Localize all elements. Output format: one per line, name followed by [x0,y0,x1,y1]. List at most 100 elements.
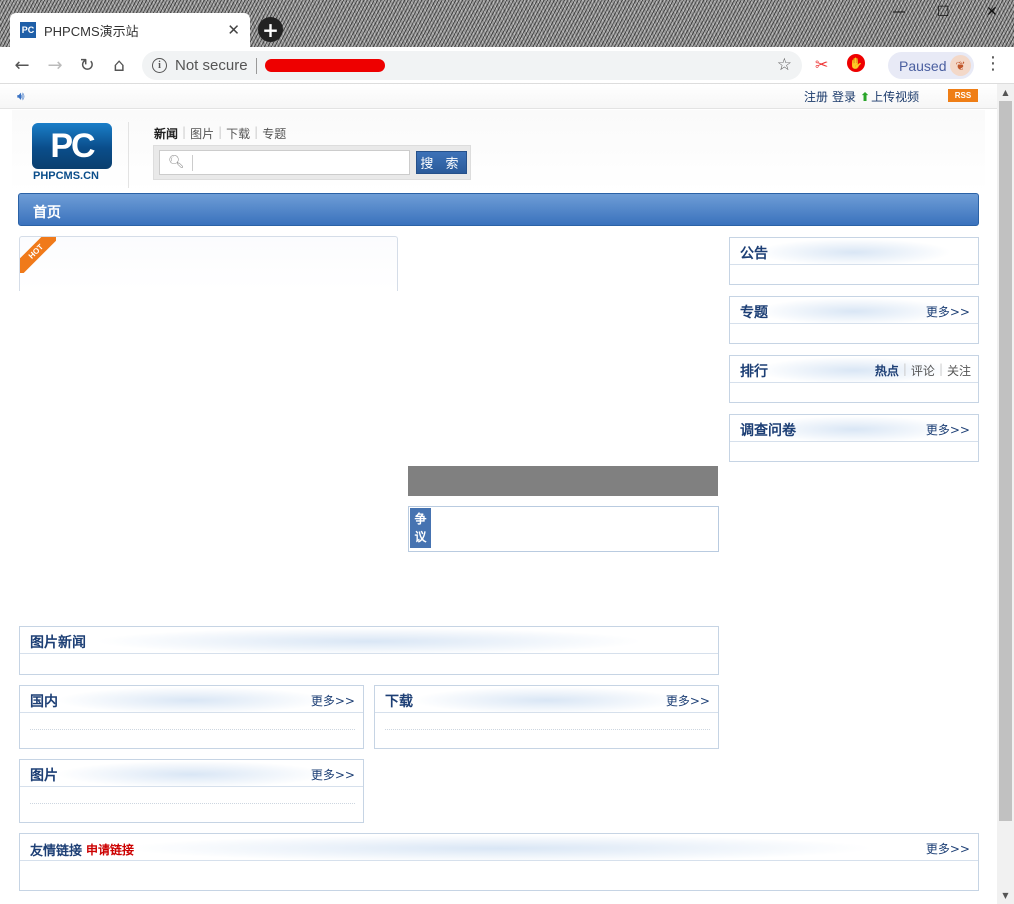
avatar: ❦ [950,55,971,76]
extension-icon[interactable]: ✂ [815,55,828,74]
domestic-more-link[interactable]: 更多>> [311,692,355,709]
adblock-extension-icon[interactable]: ✋ [847,54,865,72]
domestic-panel: 国内 更多>> [19,685,364,749]
tab-favicon: PC [20,22,36,38]
friend-links-title: 友情链接 [30,844,83,859]
info-icon[interactable]: i [152,58,167,73]
dispute-tag: 争议 [410,508,431,548]
tab-title: PHPCMS演示站 [44,23,139,39]
omnibox-divider [255,57,257,74]
header-divider [128,122,129,188]
ranking-tab-follow[interactable]: 关注 [947,362,971,379]
hot-badge: HOT [20,237,56,273]
tab-close-icon[interactable]: ✕ [227,21,240,39]
ranking-tabs: 热点 | 评论 | 关注 [875,362,971,379]
dotted-divider [30,803,355,804]
apply-link[interactable]: 申请链接 [86,841,134,858]
domestic-title: 国内 [30,694,58,710]
site-logo[interactable]: PC [32,123,112,169]
panel-header: 图片新闻 [20,627,718,654]
panel-header: 调查问卷 更多>> [730,415,978,442]
search-input[interactable]: 🔍︎ [159,150,410,175]
ranking-tab-comments[interactable]: 评论 [911,362,935,379]
browser-title-bar: PC PHPCMS演示站 ✕ + — ☐ ✕ [0,0,1014,47]
new-tab-button[interactable]: + [258,17,283,42]
speaker-icon[interactable]: 🔊︎ [17,89,25,104]
profile-status-label: Paused [899,57,947,74]
pictures-more-link[interactable]: 更多>> [311,766,355,783]
forward-icon[interactable]: → [43,53,67,77]
home-icon[interactable]: ⌂ [107,53,131,77]
minimize-button[interactable]: — [892,4,906,20]
profile-button[interactable]: Paused ❦ [888,52,974,79]
notice-panel: 公告 [729,237,979,285]
ranking-tab-hot[interactable]: 热点 [875,362,899,379]
panel-header: 国内 更多>> [20,686,363,713]
panel-header: 公告 [730,238,978,265]
tab-separator: | [938,362,943,376]
notice-title: 公告 [740,246,768,262]
rss-badge[interactable]: RSS [948,89,978,102]
search-input-divider [192,155,193,171]
register-link[interactable]: 注册 [804,88,828,105]
reload-icon[interactable]: ↻ [75,53,99,77]
panel-header: 排行 热点 | 评论 | 关注 [730,356,978,383]
search-type-tabs: 新闻 | 图片 | 下载 | 专题 [154,125,290,142]
search-icon: 🔍︎ [168,155,185,170]
upload-video-link[interactable]: ⬆上传视频 [860,88,919,105]
ranking-title: 排行 [740,364,768,380]
top-links: 注册 登录 ⬆上传视频 [804,88,919,105]
nav-home[interactable]: 首页 [33,202,61,222]
back-icon[interactable]: ← [10,53,34,77]
dispute-box: 争议 [408,506,719,552]
redacted-url [264,59,385,72]
pictures-title: 图片 [30,768,58,784]
panel-header: 专题 更多>> [730,297,978,324]
address-bar[interactable]: i Not secure ☆ [142,51,802,80]
search-tab-special[interactable]: 专题 [258,125,290,142]
scroll-down-icon[interactable]: ▼ [997,887,1014,904]
search-tab-news[interactable]: 新闻 [154,125,182,142]
tab-separator: | [902,362,907,376]
search-tab-pictures[interactable]: 图片 [186,125,218,142]
scroll-up-icon[interactable]: ▲ [997,84,1014,101]
main-nav-bar: 首页 [18,193,979,226]
vertical-scrollbar[interactable]: ▲ ▼ [997,84,1014,904]
download-title: 下载 [385,694,413,710]
browser-tab[interactable]: PC PHPCMS演示站 ✕ [10,13,250,47]
pictures-panel: 图片 更多>> [19,759,364,823]
download-more-link[interactable]: 更多>> [666,692,710,709]
search-tab-download[interactable]: 下载 [222,125,254,142]
panel-header: 友情链接 申请链接 更多>> [20,834,978,861]
panel-header: 图片 更多>> [20,760,363,787]
search-box: 🔍︎ 搜 索 [153,145,471,180]
page-viewport: 🔊︎ 注册 登录 ⬆上传视频 RSS PC PHPCMS.CN 新闻 | 图片 | 下载… [0,84,997,904]
special-more-link[interactable]: 更多>> [926,303,970,320]
survey-title: 调查问卷 [740,423,796,439]
bookmark-star-icon[interactable]: ☆ [777,55,792,75]
dotted-divider [385,729,710,730]
upload-icon: ⬆ [860,90,871,104]
maximize-button[interactable]: ☐ [937,4,950,20]
download-panel: 下载 更多>> [374,685,719,749]
special-panel: 专题 更多>> [729,296,979,344]
security-label: Not secure [175,57,248,74]
special-title: 专题 [740,305,768,321]
site-top-bar: 🔊︎ 注册 登录 ⬆上传视频 RSS [0,84,997,109]
site-header: PC PHPCMS.CN 新闻 | 图片 | 下载 | 专题 🔍︎ 搜 索 [12,110,985,192]
survey-panel: 调查问卷 更多>> [729,414,979,462]
friend-links-more-link[interactable]: 更多>> [926,840,970,857]
upload-video-label: 上传视频 [871,90,920,104]
close-window-button[interactable]: ✕ [986,4,998,20]
login-link[interactable]: 登录 [832,88,856,105]
panel-header: 下载 更多>> [375,686,718,713]
hot-ribbon: HOT [20,237,56,273]
picture-news-title: 图片新闻 [30,635,86,651]
menu-icon[interactable]: ⋮ [984,55,1002,73]
hot-news-box: HOT [19,236,398,291]
picture-news-panel: 图片新闻 [19,626,719,675]
survey-more-link[interactable]: 更多>> [926,421,970,438]
search-button[interactable]: 搜 索 [416,151,467,174]
dotted-divider [30,729,355,730]
scrollbar-thumb[interactable] [999,101,1012,821]
